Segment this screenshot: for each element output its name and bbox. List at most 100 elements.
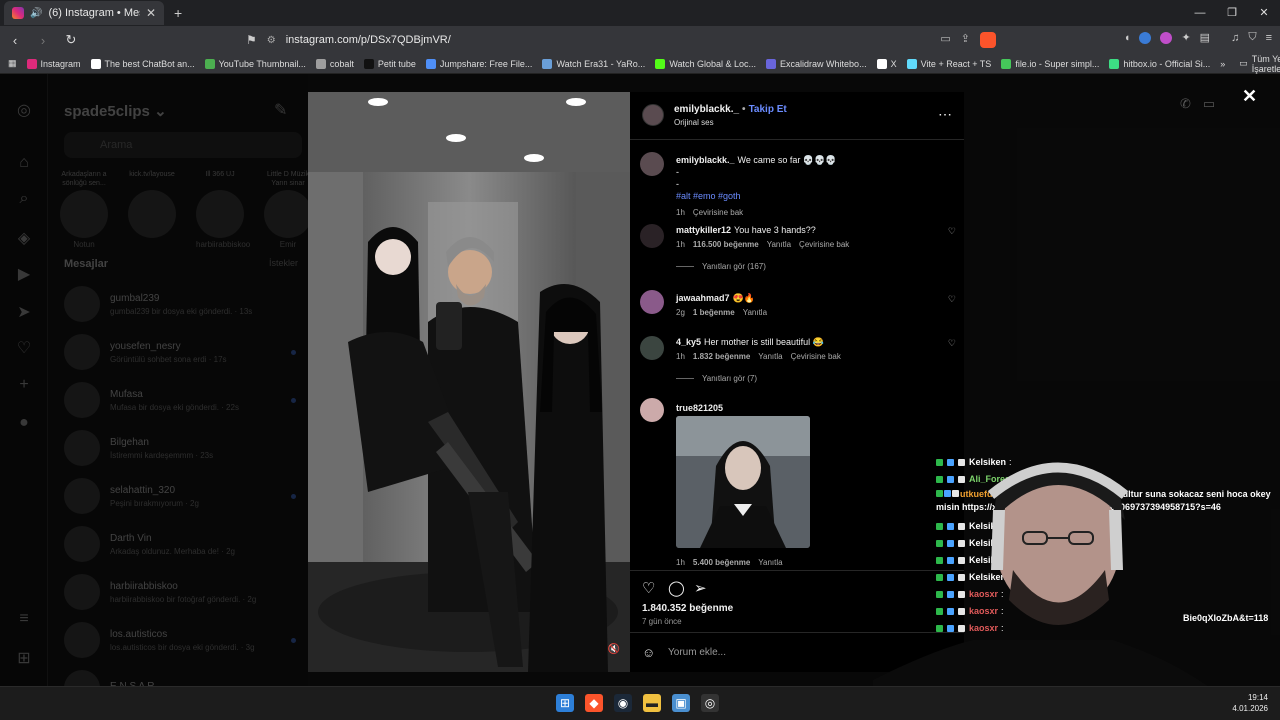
speaker-icon[interactable]: 🔊 [30, 8, 42, 19]
comment-reply-link[interactable]: Yanıtla [743, 308, 767, 317]
vpn-shield-icon[interactable]: ⛉ [1248, 31, 1256, 44]
site-info-icon[interactable]: ⚙ [267, 35, 276, 46]
comment-translate-link[interactable]: Çevirisine bak [799, 240, 849, 249]
caption-username[interactable]: emilyblackk._ [676, 155, 735, 165]
menu-icon[interactable]: ≡ [1266, 32, 1272, 44]
post-author[interactable]: emilyblackk._ [674, 104, 739, 115]
url-text[interactable]: instagram.com/p/DSx7QDBjmVR/ [286, 34, 931, 46]
bookmark-item[interactable]: X [876, 58, 897, 69]
extension-icon[interactable]: ◖ [1124, 32, 1131, 44]
bookmark-item[interactable]: Instagram [26, 58, 81, 69]
cast-icon[interactable]: ▭ [940, 32, 950, 48]
comment-avatar[interactable] [640, 290, 664, 314]
address-bar[interactable]: ⚑ ⚙ instagram.com/p/DSx7QDBjmVR/ ▭ ⇪ [246, 30, 996, 50]
forward-button[interactable]: › [34, 33, 52, 48]
bookmark-item[interactable]: Excalidraw Whitebo... [766, 58, 867, 69]
obs-icon[interactable]: ◎ [701, 694, 719, 712]
comment-likes[interactable]: 5.400 beğenme [693, 558, 750, 567]
steam-icon[interactable]: ◉ [614, 694, 632, 712]
bookmark-label: file.io - Super simpl... [1015, 58, 1100, 69]
reload-button[interactable]: ↻ [62, 32, 80, 48]
share-icon[interactable]: ➢ [694, 579, 707, 597]
close-modal-button[interactable]: ✕ [1242, 86, 1257, 107]
comment-like-icon[interactable]: ♡ [948, 338, 956, 349]
taskbar-icons: ⊞ ◆ ◉ ▬ ▣ ◎ [556, 694, 719, 712]
bookmark-item[interactable]: Watch Global & Loc... [655, 58, 756, 69]
follow-button[interactable]: Takip Et [749, 104, 787, 115]
comment-username[interactable]: jawaahmad7 [676, 293, 730, 303]
add-comment-input[interactable]: Yorum ekle... [668, 647, 726, 658]
post-media[interactable]: 🔇 [308, 92, 630, 672]
comment-icon[interactable]: ◯ [668, 579, 685, 597]
comment-like-icon[interactable]: ♡ [948, 294, 956, 305]
all-bookmarks-folder[interactable]: ▭Tüm Yer İşaretleri [1239, 54, 1280, 74]
comment-reply-link[interactable]: Yanıtla [758, 352, 782, 361]
comment-username[interactable]: mattykiller12 [676, 225, 731, 235]
comment-likes[interactable]: 1 beğenme [693, 308, 735, 317]
windows-start-icon[interactable]: ⊞ [556, 694, 574, 712]
back-button[interactable]: ‹ [6, 33, 24, 48]
caption-hashtags[interactable]: #alt #emo #goth [676, 190, 940, 202]
caption-avatar[interactable] [640, 152, 664, 176]
tab-close-icon[interactable]: ✕ [146, 6, 156, 20]
bookmark-icon[interactable]: ⚑ [246, 33, 257, 47]
comment-like-icon[interactable]: ♡ [948, 226, 956, 237]
bookmark-item[interactable]: cobalt [315, 58, 354, 69]
original-audio-link[interactable]: Orijinal ses [674, 118, 714, 127]
comment-body: 😍🔥 [732, 293, 755, 303]
address-bar-actions: ▭ ⇪ [940, 32, 996, 48]
mute-toggle-icon[interactable]: 🔇 [606, 644, 622, 660]
bookmark-favicon-icon [766, 58, 777, 69]
separator-dot: • [742, 104, 746, 115]
system-clock[interactable]: 19:14 4.01.2026 [1232, 692, 1268, 714]
author-avatar[interactable] [642, 104, 664, 126]
bookmark-item[interactable]: Vite + React + TS [906, 58, 991, 69]
new-tab-button[interactable]: + [174, 5, 182, 21]
sidebar-toggle-icon[interactable]: ▤ [1200, 31, 1210, 44]
more-options-icon[interactable]: ⋯ [938, 106, 952, 123]
brave-shield-icon[interactable] [980, 32, 996, 48]
view-replies[interactable]: Yanıtları gör (7) [676, 374, 757, 383]
bookmark-item[interactable]: Petit tube [363, 58, 416, 69]
bookmark-item[interactable]: The best ChatBot an... [90, 58, 195, 69]
comment-likes[interactable]: 116.500 beğenme [693, 240, 759, 249]
bookmark-item[interactable]: Watch Era31 - YaRo... [542, 58, 645, 69]
extensions-icon[interactable]: ✦ [1181, 31, 1190, 44]
media-icon[interactable]: ♫ [1231, 32, 1239, 44]
comment-meta: 1h 1.832 beğenme Yanıtla Çevirisine bak [676, 352, 841, 361]
file-explorer-icon[interactable]: ▬ [643, 694, 661, 712]
comment-likes[interactable]: 1.832 beğenme [693, 352, 750, 361]
emoji-icon[interactable]: ☺ [642, 645, 655, 660]
share-icon[interactable]: ⇪ [961, 32, 970, 48]
comment-avatar[interactable] [640, 336, 664, 360]
caption-time: 1h [676, 208, 685, 217]
bookmark-item[interactable]: YouTube Thumbnail... [204, 58, 306, 69]
extension-icon[interactable] [1139, 31, 1152, 44]
close-window-button[interactable]: ✕ [1248, 0, 1280, 26]
caption-dash-1: - [676, 167, 679, 177]
comment-avatar[interactable] [640, 398, 664, 422]
photos-app-icon[interactable]: ▣ [672, 694, 690, 712]
comment-image[interactable] [676, 416, 810, 548]
comment-username[interactable]: true821205 [676, 403, 723, 413]
tab-instagram[interactable]: 🔊 (6) Instagram • Mesajlar ✕ [4, 1, 164, 25]
comment-translate-link[interactable]: Çevirisine bak [791, 352, 841, 361]
bookmarks-overflow-icon[interactable]: » [1220, 59, 1225, 69]
comment-avatar[interactable] [640, 224, 664, 248]
extension-icon[interactable] [1160, 31, 1173, 44]
caption-translate-link[interactable]: Çevirisine bak [693, 208, 743, 217]
bookmark-item[interactable]: hitbox.io - Official Si... [1109, 58, 1210, 69]
comment-username[interactable]: 4_ky5 [676, 337, 701, 347]
bookmark-item[interactable]: Jumpshare: Free File... [425, 58, 532, 69]
brave-browser-icon[interactable]: ◆ [585, 694, 603, 712]
elevator-photo [308, 92, 630, 672]
comment-reply-link[interactable]: Yanıtla [758, 558, 782, 567]
like-icon[interactable]: ♡ [642, 579, 655, 597]
bookmark-item[interactable]: file.io - Super simpl... [1001, 58, 1100, 69]
apps-grid-icon[interactable]: ▦ [8, 58, 17, 69]
comment-reply-link[interactable]: Yanıtla [767, 240, 791, 249]
total-likes[interactable]: 1.840.352 beğenme [642, 603, 733, 614]
restore-button[interactable]: ❐ [1216, 0, 1248, 26]
minimize-button[interactable]: — [1184, 0, 1216, 26]
view-replies[interactable]: Yanıtları gör (167) [676, 262, 766, 271]
